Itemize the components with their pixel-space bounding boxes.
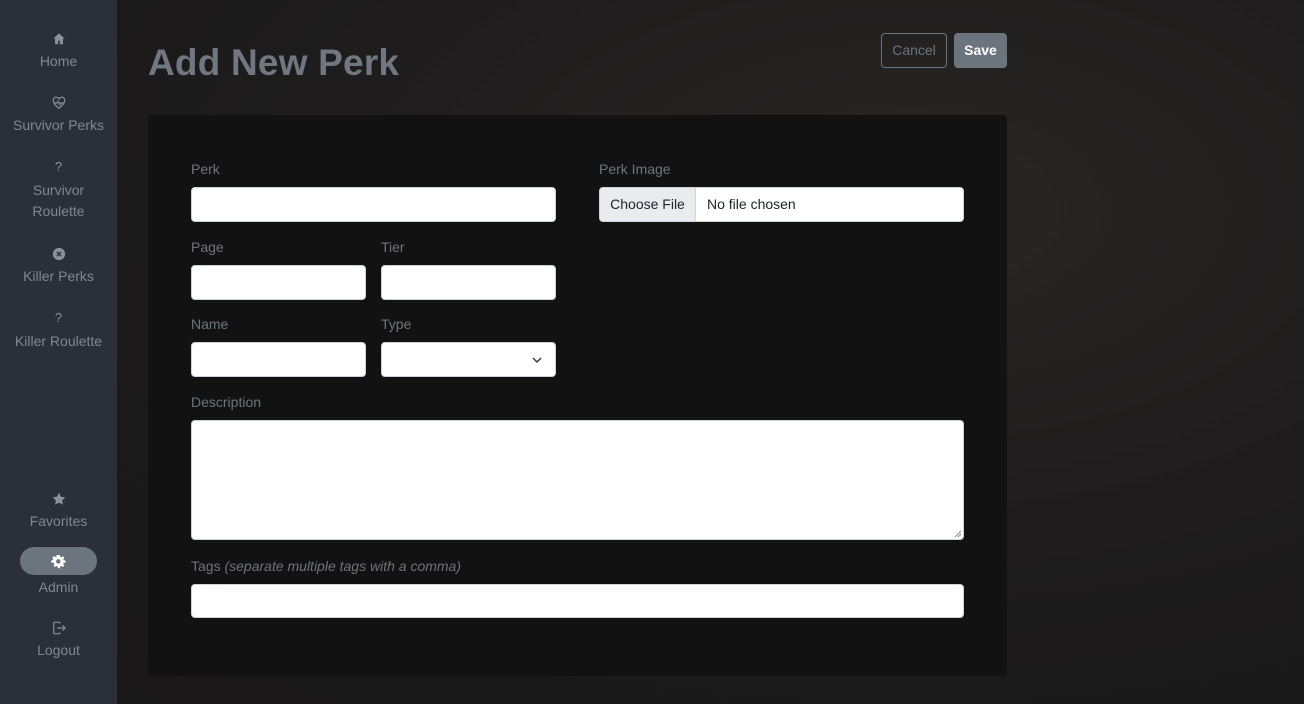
sidebar-item-killer-perks[interactable]: Killer Perks (0, 243, 117, 287)
sidebar-item-survivor-roulette[interactable]: ? Survivor Roulette (0, 157, 117, 222)
perk-form-card: Perk Perk Image Choose File No file chos… (148, 115, 1007, 676)
sidebar-item-survivor-perks[interactable]: Survivor Perks (0, 92, 117, 136)
active-pill (20, 547, 97, 575)
home-icon (49, 28, 69, 48)
tags-label: Tags (separate multiple tags with a comm… (191, 558, 461, 574)
file-status: No file chosen (707, 196, 796, 212)
choose-file-button[interactable]: Choose File (600, 188, 696, 221)
name-input[interactable] (191, 342, 366, 377)
question-icon: ? (54, 310, 63, 325)
sidebar-item-label: Admin (38, 579, 79, 595)
tags-label-text: Tags (191, 558, 221, 574)
logout-icon (49, 617, 69, 637)
tags-input[interactable] (191, 584, 964, 618)
tier-input[interactable] (381, 265, 556, 300)
page-title: Add New Perk (148, 42, 400, 83)
sidebar: Home Survivor Perks ? Survivor Roulette … (0, 0, 117, 704)
description-label: Description (191, 394, 262, 410)
question-icon: ? (54, 159, 63, 174)
sidebar-item-logout[interactable]: Logout (0, 617, 117, 661)
description-textarea[interactable] (191, 420, 964, 540)
star-icon (49, 488, 69, 508)
sidebar-item-label: Killer Roulette (14, 333, 103, 349)
resize-grip-icon[interactable] (953, 529, 961, 537)
save-button[interactable]: Save (954, 33, 1007, 68)
sidebar-item-label: Survivor Roulette (32, 182, 85, 219)
sidebar-item-favorites[interactable]: Favorites (0, 488, 117, 532)
type-label: Type (381, 316, 412, 332)
sidebar-item-label: Killer Perks (23, 268, 94, 284)
perk-image-file-input[interactable]: Choose File No file chosen (599, 187, 964, 222)
sidebar-item-label: Favorites (29, 513, 88, 529)
type-select[interactable] (381, 342, 556, 377)
tier-label: Tier (381, 239, 405, 255)
perk-label: Perk (191, 161, 220, 177)
heart-pulse-icon (49, 92, 69, 112)
sidebar-item-admin[interactable]: Admin (0, 547, 117, 598)
sidebar-item-home[interactable]: Home (0, 28, 117, 72)
cancel-button[interactable]: Cancel (881, 33, 947, 68)
page-label: Page (191, 239, 224, 255)
x-circle-icon (49, 243, 69, 263)
name-label: Name (191, 316, 229, 332)
sidebar-item-label: Home (39, 53, 78, 69)
tags-hint: (separate multiple tags with a comma) (224, 558, 462, 574)
page-input[interactable] (191, 265, 366, 300)
perk-input[interactable] (191, 187, 556, 222)
sidebar-item-label: Logout (37, 642, 80, 658)
perk-image-label: Perk Image (599, 161, 671, 177)
gear-icon (51, 554, 66, 569)
chevron-down-icon (532, 357, 542, 364)
sidebar-item-label: Survivor Perks (12, 117, 105, 133)
sidebar-item-killer-roulette[interactable]: ? Killer Roulette (0, 308, 117, 352)
